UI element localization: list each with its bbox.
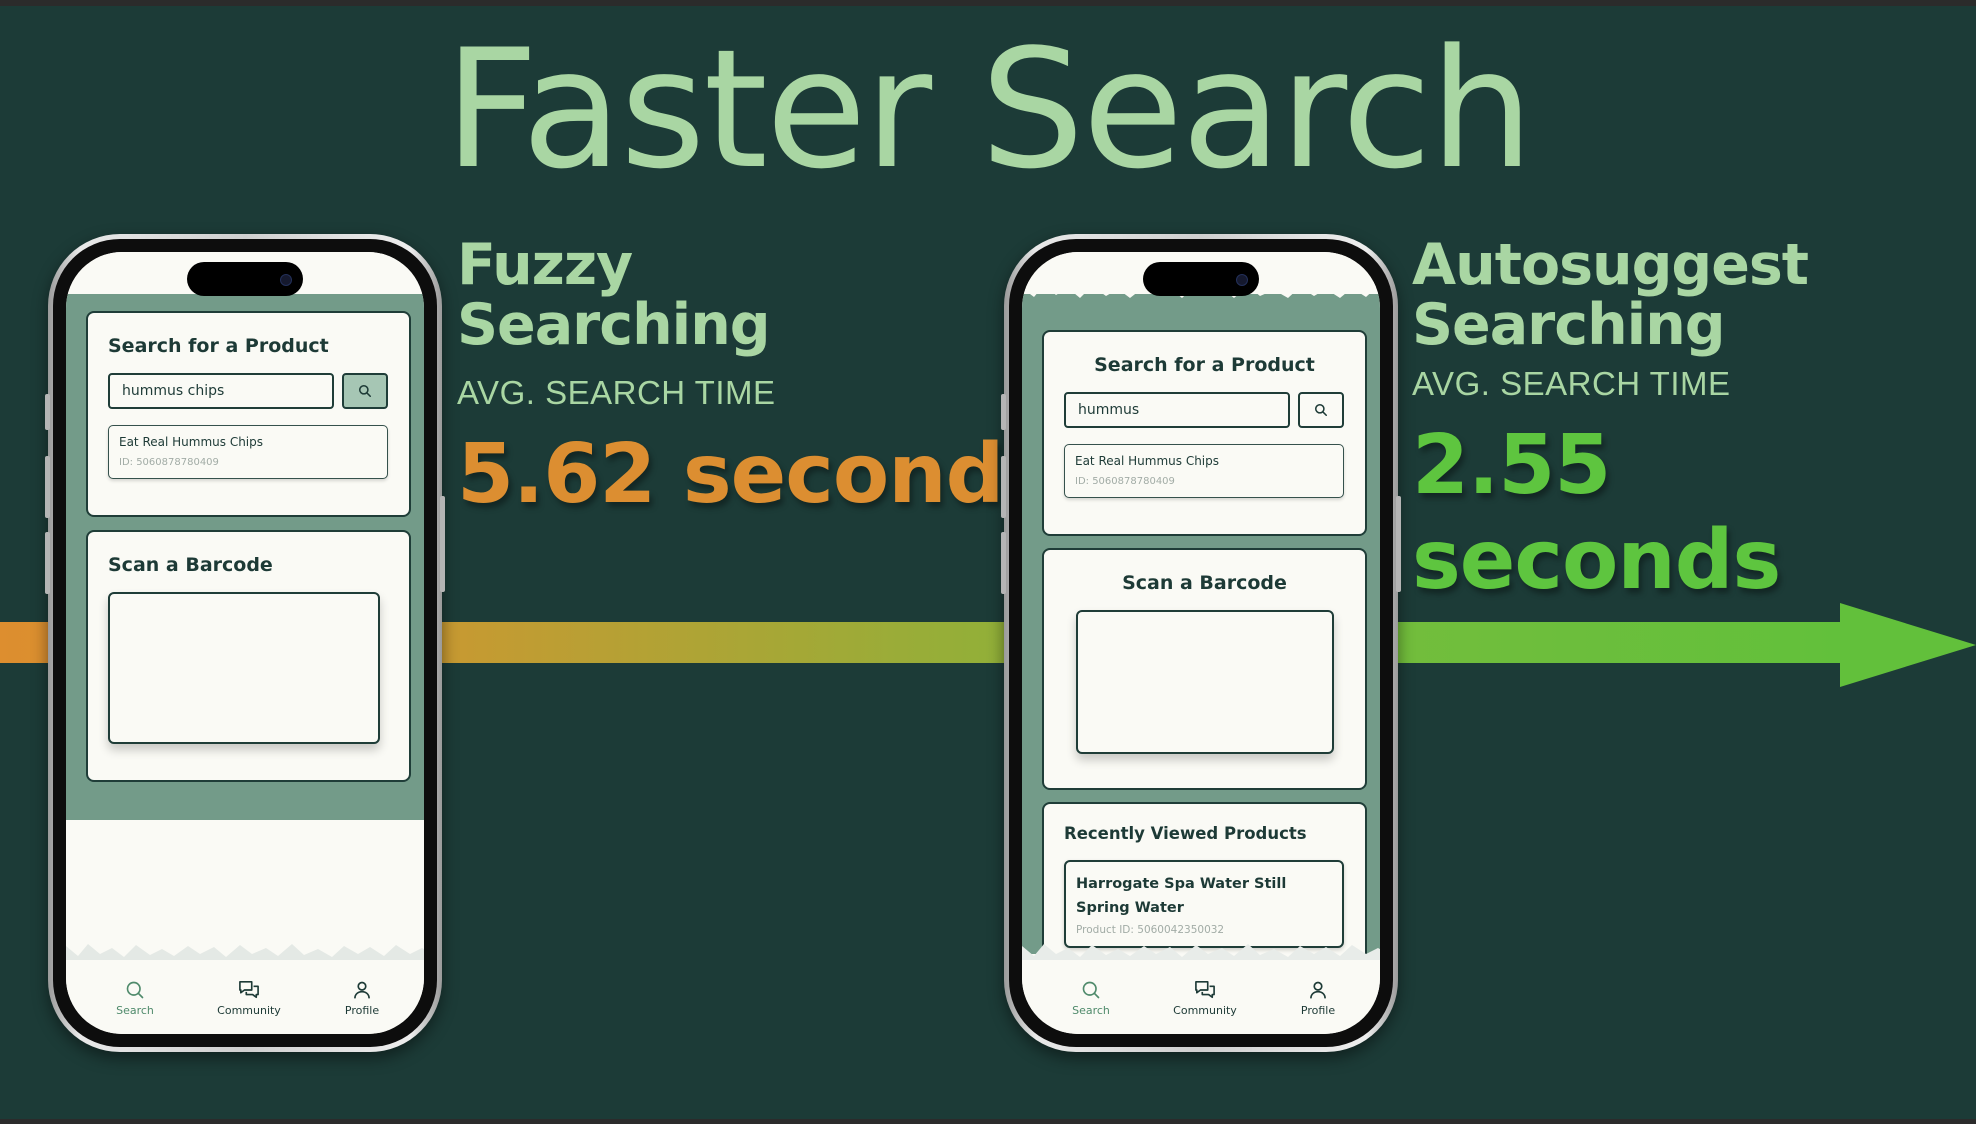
nav-profile[interactable]: Profile (1263, 980, 1373, 1017)
power-button (1396, 496, 1401, 592)
nav-search[interactable]: Search (1036, 980, 1146, 1017)
top-edge (0, 0, 1976, 6)
nav-profile[interactable]: Profile (307, 980, 417, 1017)
autosuggest-result-item[interactable]: Eat Real Hummus Chips ID: 5060878780409 (1064, 444, 1344, 498)
dynamic-island (1143, 262, 1259, 296)
chat-icon (1195, 981, 1215, 999)
right-heading-line1: Autosuggest (1412, 232, 1809, 298)
result-id: ID: 5060878780409 (1075, 476, 1175, 487)
search-input[interactable]: hummus chips (108, 373, 334, 409)
slide-title: Faster Search (444, 14, 1533, 205)
barcode-scanner-view[interactable] (108, 592, 380, 744)
scan-card: Scan a Barcode (86, 530, 411, 782)
left-heading-line1: Fuzzy (457, 232, 633, 298)
search-result-item[interactable]: Eat Real Hummus Chips ID: 5060878780409 (108, 425, 388, 479)
nav-search[interactable]: Search (80, 980, 190, 1017)
phone-left: Search for a Product hummus chips Eat Re… (45, 234, 445, 1052)
search-input[interactable]: hummus (1064, 392, 1290, 428)
phone-right-screen: Search for a Product hummus Eat Real Hum… (1022, 252, 1380, 1034)
nav-community[interactable]: Community (194, 980, 304, 1017)
nav-community-label: Community (217, 1004, 281, 1017)
camera-icon (280, 274, 292, 286)
recent-product-item[interactable]: Harrogate Spa Water Still Spring Water P… (1064, 860, 1344, 948)
recent-product-name: Harrogate Spa Water Still Spring Water (1076, 876, 1287, 916)
barcode-scanner-view[interactable] (1076, 610, 1334, 754)
progress-arrow-head (1840, 603, 1976, 687)
result-name: Eat Real Hummus Chips (119, 435, 264, 449)
volume-up-button (1001, 456, 1006, 518)
search-icon (358, 384, 372, 398)
volume-down-button (45, 532, 50, 594)
phone-bezel: Search for a Product hummus Eat Real Hum… (1009, 239, 1393, 1047)
search-icon (1082, 981, 1100, 999)
phone-right: Search for a Product hummus Eat Real Hum… (1001, 234, 1401, 1052)
chat-icon (239, 981, 259, 999)
mute-switch (1001, 394, 1006, 430)
user-icon (354, 981, 370, 999)
search-icon (126, 981, 144, 999)
nav-search-label: Search (116, 1004, 154, 1017)
phone-bezel: Search for a Product hummus chips Eat Re… (53, 239, 437, 1047)
dynamic-island (187, 262, 303, 296)
right-metric-value: 2.55 seconds (1412, 418, 1781, 608)
recently-viewed-title: Recently Viewed Products (1064, 824, 1307, 843)
user-icon (1310, 981, 1326, 999)
right-heading: Autosuggest Searching (1412, 232, 1809, 358)
scan-card: Scan a Barcode (1042, 548, 1367, 790)
nav-search-label: Search (1072, 1004, 1110, 1017)
search-card-title: Search for a Product (1094, 354, 1315, 376)
search-button[interactable] (1298, 392, 1344, 428)
volume-down-button (1001, 532, 1006, 594)
power-button (440, 496, 445, 592)
volume-up-button (45, 456, 50, 518)
scan-card-title: Scan a Barcode (1122, 572, 1287, 594)
left-heading: Fuzzy Searching (457, 232, 771, 358)
left-metric-label: AVG. SEARCH TIME (457, 374, 776, 411)
search-button[interactable] (342, 373, 388, 409)
left-heading-line2: Searching (457, 291, 771, 358)
right-metric-label: AVG. SEARCH TIME (1412, 365, 1731, 402)
scan-card-title: Scan a Barcode (108, 554, 273, 576)
recent-product-id: Product ID: 5060042350032 (1076, 924, 1225, 936)
mute-switch (45, 394, 50, 430)
search-card: Search for a Product hummus chips Eat Re… (86, 311, 411, 517)
left-metric-value: 5.62 seconds (457, 427, 1052, 522)
nav-profile-label: Profile (1300, 1004, 1336, 1017)
search-card-title: Search for a Product (108, 335, 329, 357)
phone-left-screen: Search for a Product hummus chips Eat Re… (66, 252, 424, 1034)
search-card: Search for a Product hummus Eat Real Hum… (1042, 330, 1367, 536)
camera-icon (1236, 274, 1248, 286)
nav-community-label: Community (1173, 1004, 1237, 1017)
nav-community[interactable]: Community (1150, 980, 1260, 1017)
bottom-edge (0, 1119, 1976, 1124)
bottom-nav: Search Community Profile (66, 960, 424, 1034)
bottom-nav: Search Community Profile (1022, 960, 1380, 1034)
result-name: Eat Real Hummus Chips (1075, 454, 1220, 468)
result-id: ID: 5060878780409 (119, 457, 219, 468)
right-heading-line2: Searching (1412, 291, 1726, 358)
nav-profile-label: Profile (344, 1004, 380, 1017)
search-icon (1314, 403, 1328, 417)
